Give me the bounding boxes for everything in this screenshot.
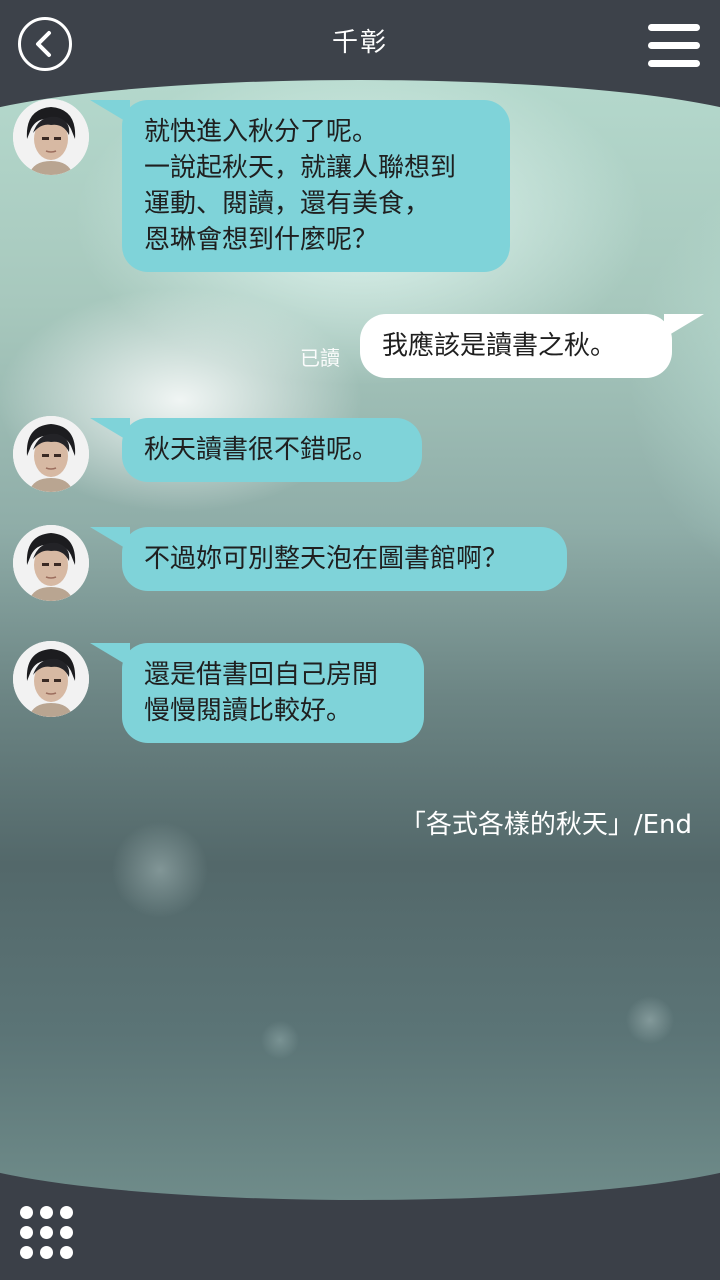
- avatar[interactable]: [13, 416, 89, 492]
- episode-end-label: 「各式各樣的秋天」/End: [399, 810, 692, 840]
- grid-menu-icon-dot: [20, 1226, 33, 1239]
- character-message-bubble: 就快進入秋分了呢。 一說起秋天，就讓人聯想到 運動、閱讀，還有美食， 恩琳會想到…: [90, 100, 510, 272]
- grid-menu-icon-dot: [60, 1206, 73, 1219]
- grid-menu-icon-dot: [60, 1246, 73, 1259]
- user-message-bubble: 我應該是讀書之秋。: [360, 314, 704, 378]
- grid-menu-icon-dot: [40, 1226, 53, 1239]
- grid-menu-icon-dot: [60, 1226, 73, 1239]
- avatar[interactable]: [13, 99, 89, 175]
- chat-screen: 千彰 就快進入秋分了呢。 一說起秋天，就讓人聯想到 運動、閱讀，還有美食， 恩琳…: [0, 0, 720, 1280]
- character-message-bubble: 還是借書回自己房間 慢慢閱讀比較好。: [90, 643, 424, 743]
- message-list[interactable]: 就快進入秋分了呢。 一說起秋天，就讓人聯想到 運動、閱讀，還有美食， 恩琳會想到…: [0, 0, 720, 1280]
- character-message-bubble: 秋天讀書很不錯呢。: [90, 418, 422, 482]
- grid-menu-icon-dot: [20, 1246, 33, 1259]
- grid-menu-icon-dot: [40, 1206, 53, 1219]
- avatar[interactable]: [13, 641, 89, 717]
- grid-menu-button[interactable]: [20, 1206, 74, 1260]
- read-status-label: 已讀: [300, 346, 340, 370]
- character-portrait-icon: [13, 99, 89, 175]
- avatar[interactable]: [13, 525, 89, 601]
- character-message-bubble: 不過妳可別整天泡在圖書館啊？: [90, 527, 567, 591]
- character-portrait-icon: [13, 416, 89, 492]
- character-portrait-icon: [13, 641, 89, 717]
- grid-menu-icon-dot: [40, 1246, 53, 1259]
- character-portrait-icon: [13, 525, 89, 601]
- grid-menu-icon: [20, 1206, 33, 1219]
